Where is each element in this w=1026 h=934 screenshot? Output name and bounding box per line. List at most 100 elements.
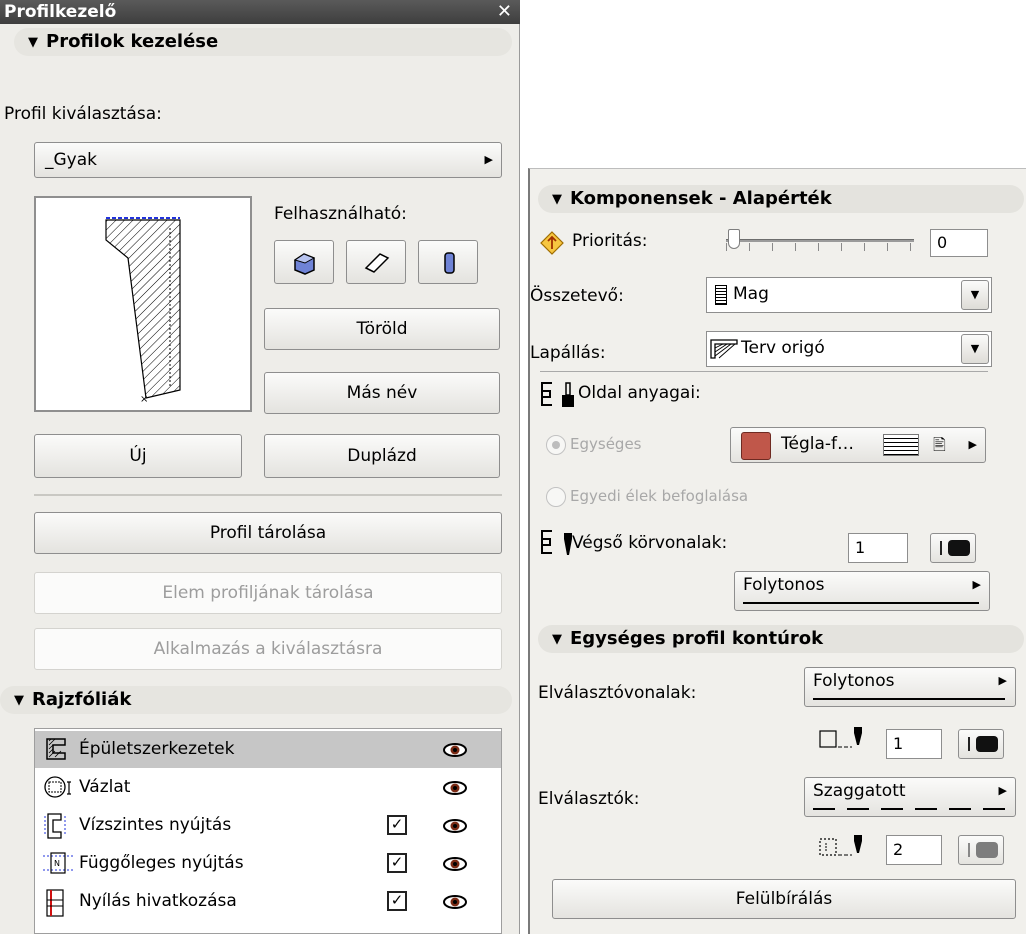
store-element-profile-button[interactable]: Elem profiljának tárolása [34,572,502,614]
priority-slider-track[interactable] [726,239,914,242]
layer-name: Épületszerkezetek [79,739,235,759]
popup-arrow-icon: ▶ [484,153,493,166]
solid-line-sample [743,602,979,604]
collapse-triangle-icon: ▼ [28,35,38,50]
svg-text:×: × [140,394,148,405]
override-button[interactable]: Felülbírálás [552,879,1016,919]
section-header-manage-profiles[interactable]: ▼ Profilok kezelése [14,28,512,56]
end-contour-pen-field[interactable]: 1 [848,533,908,563]
layer-row-opening-reference[interactable]: Nyílás hivatkozása ✓ [35,883,501,920]
pen-color-swatch [976,842,998,858]
horizontal-stretch-icon [43,812,69,845]
hatch-orientation-value: Terv origó [741,338,825,358]
priority-value-field[interactable]: 0 [930,229,988,257]
usable-wall-button[interactable] [274,240,334,284]
separators-value: Szaggatott [813,781,906,801]
close-icon[interactable]: ✕ [497,0,512,24]
hatch-orientation-label: Lapállás: [530,343,606,363]
separators-pen-button[interactable] [958,835,1004,865]
apply-to-selection-button[interactable]: Alkalmazás a kiválasztásra [34,628,502,670]
new-profile-button[interactable]: Új [34,434,242,478]
material-value: Tégla-f… [781,434,855,454]
collapse-triangle-icon: ▼ [14,693,24,708]
edges-radio-label: Egyedi élek befoglalása [570,487,749,505]
structure-layer-icon [43,736,69,767]
dropdown-chevron-icon[interactable]: ▼ [961,280,989,310]
layer-name: Vízszintes nyújtás [79,815,232,835]
component-select[interactable]: Mag ▼ [706,277,992,313]
pen-weight-icon [968,843,970,857]
separator-lines-pen-button[interactable] [958,729,1004,759]
layer-row-horizontal-stretch[interactable]: Vízszintes nyújtás ✓ [35,807,501,844]
separator-lines-value: Folytonos [813,671,895,691]
layer-name: Nyílás hivatkozása [79,891,237,911]
eye-icon[interactable] [443,817,467,840]
material-hatch-swatch [883,434,919,456]
layer-checkbox[interactable]: ✓ [387,815,407,835]
layer-row-sketch[interactable]: Vázlat [35,769,501,806]
layer-checkbox[interactable]: ✓ [387,853,407,873]
material-color-swatch [741,432,771,460]
popup-arrow-icon: ▶ [998,784,1007,797]
popup-arrow-icon: ▶ [968,438,977,451]
delete-profile-button[interactable]: Töröld [264,308,500,350]
project-origin-icon [709,338,739,365]
vertical-stretch-icon: N [43,850,73,881]
component-swatch-icon [715,285,727,305]
section-header-components[interactable]: ▼ Komponensek - Alapérték [538,185,1024,213]
popup-arrow-icon: ▶ [998,674,1007,687]
solid-line-sample [813,698,1005,700]
store-profile-button[interactable]: Profil tárolása [34,512,502,554]
priority-label: Prioritás: [572,231,648,251]
usable-label: Felhasználható: [274,204,407,224]
profile-shape-icon: × [105,217,181,405]
panel-title-bar[interactable]: Profilkezelő ✕ [0,0,520,24]
end-contour-line-value: Folytonos [743,575,825,595]
divider [540,371,988,372]
collapse-triangle-icon: ▼ [552,192,562,207]
pen-weight-icon [968,737,970,751]
component-label: Összetevő: [530,286,624,306]
usable-column-button[interactable] [418,240,478,284]
section-header-layers[interactable]: ▼ Rajzfóliák [0,686,512,714]
separators-line-type[interactable]: Szaggatott ▶ [804,777,1016,817]
section-title: Profilok kezelése [46,31,219,52]
separator-lines-pen-field[interactable]: 1 [886,729,942,759]
usable-beam-button[interactable] [346,240,406,284]
section-header-contours[interactable]: ▼ Egységes profil kontúrok [538,625,1024,653]
end-contour-pen-button[interactable] [930,533,976,563]
separators-label: Elválasztók: [538,789,640,809]
end-contour-line-type[interactable]: Folytonos ▶ [734,571,990,611]
material-picker[interactable]: Tégla-f… 🖹 ▶ [730,427,986,463]
pen-color-swatch [976,736,998,752]
duplicate-profile-button[interactable]: Duplázd [264,434,500,478]
profile-select-popup[interactable]: _Gyak ▶ [34,142,502,178]
edges-radio[interactable] [546,487,566,507]
eye-icon[interactable] [443,855,467,878]
separator-lines-label: Elválasztóvonalak: [538,683,697,703]
layer-checkbox[interactable]: ✓ [387,891,407,911]
profile-select-label: Profil kiválasztása: [4,104,162,124]
separator-lines-pen-icon [818,725,866,756]
layer-row-structure[interactable]: Épületszerkezetek [35,731,501,768]
priority-slider-thumb[interactable] [728,229,740,249]
material-settings-icon[interactable]: 🖹 [933,434,946,461]
eye-icon[interactable] [443,741,467,764]
uniform-radio[interactable] [546,435,566,455]
separators-pen-icon [818,833,866,864]
section-title: Egységes profil kontúrok [570,628,824,649]
separator-lines-type[interactable]: Folytonos ▶ [804,667,1016,707]
eye-icon[interactable] [443,779,467,802]
rename-profile-button[interactable]: Más név [264,372,500,414]
opening-reference-icon [43,888,69,923]
dropdown-chevron-icon[interactable]: ▼ [961,334,989,364]
uniform-radio-label: Egységes [570,435,642,453]
section-title: Rajzfóliák [32,689,132,710]
layer-row-vertical-stretch[interactable]: N Függőleges nyújtás ✓ [35,845,501,882]
eye-icon[interactable] [443,893,467,916]
column-icon [444,252,455,274]
wall-icon [293,253,316,275]
sketch-layer-icon [43,774,73,805]
hatch-orientation-select[interactable]: Terv origó ▼ [706,331,992,367]
separators-pen-field[interactable]: 2 [886,835,942,865]
